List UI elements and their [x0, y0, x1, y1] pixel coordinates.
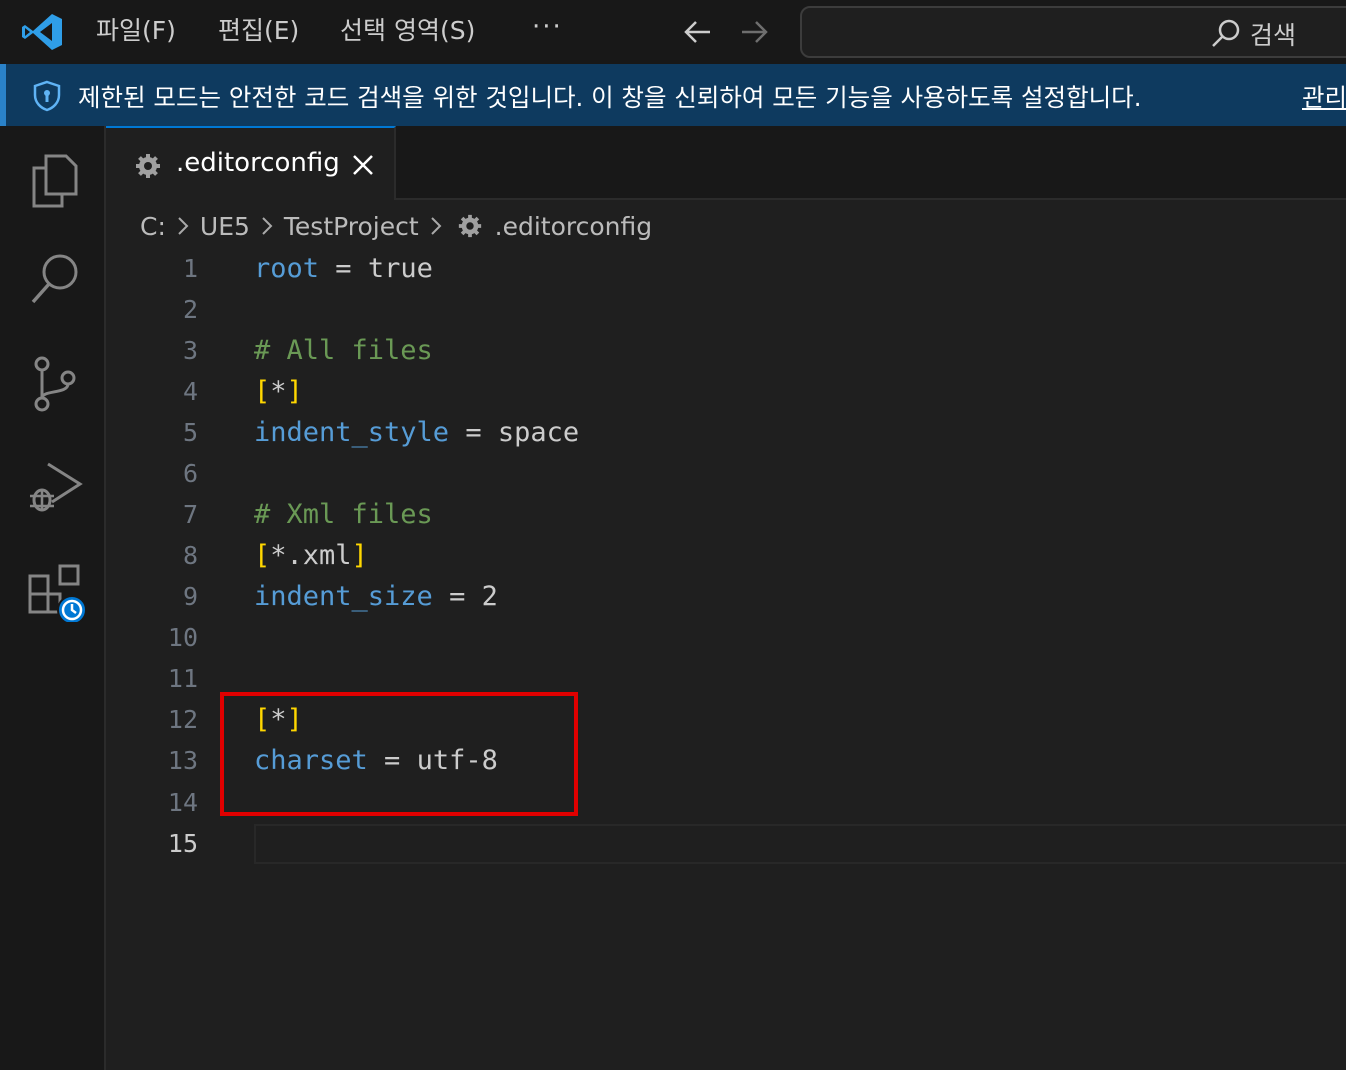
- banner-message: 제한된 모드는 안전한 코드 검색을 위한 것입니다. 이 창을 신뢰하여 모든…: [78, 83, 1142, 112]
- token-key: indent_style: [254, 417, 450, 448]
- banner-manage-link[interactable]: 관리: [1302, 79, 1346, 114]
- token-eq: =: [319, 253, 368, 284]
- line-content: root = true: [254, 248, 433, 289]
- activity-bar: [0, 126, 106, 1070]
- run-debug-icon[interactable]: [26, 456, 86, 516]
- breadcrumb: C: UE5 TestProject .editorconfig: [140, 206, 652, 246]
- line-number: 1: [182, 254, 198, 283]
- token-comment: # All files: [254, 335, 433, 366]
- vscode-logo-icon[interactable]: [20, 12, 64, 52]
- gear-icon: [136, 154, 160, 178]
- line-number: 10: [167, 623, 198, 652]
- line-number: 5: [182, 418, 198, 447]
- token-bracket: ]: [286, 376, 303, 407]
- code-line: 3 # All files: [106, 330, 1346, 371]
- close-icon[interactable]: [350, 152, 376, 178]
- code-line: 2: [106, 289, 1346, 330]
- code-line: 9 indent_size = 2: [106, 576, 1346, 617]
- command-center-search[interactable]: 검색: [800, 6, 1346, 58]
- menu-file[interactable]: 파일(F): [96, 14, 176, 48]
- gear-icon: [458, 214, 481, 238]
- code-line: 6: [106, 453, 1346, 494]
- source-control-icon[interactable]: [26, 354, 86, 414]
- search-icon[interactable]: [26, 250, 86, 310]
- breadcrumb-drive[interactable]: C:: [140, 212, 166, 241]
- token-value: space: [497, 417, 580, 448]
- code-line: 10: [106, 617, 1346, 658]
- chevron-right-icon: [430, 217, 442, 235]
- menu-selection[interactable]: 선택 영역(S): [340, 14, 475, 48]
- chevron-right-icon: [262, 217, 273, 235]
- token-key: indent_size: [254, 581, 433, 612]
- annotation-highlight-box: [220, 692, 578, 816]
- code-line: 15: [106, 823, 1346, 864]
- breadcrumb-testproject[interactable]: TestProject: [284, 212, 419, 241]
- token-eq: =: [449, 417, 498, 448]
- tab-label: .editorconfig: [176, 148, 340, 178]
- line-number: 11: [167, 664, 198, 693]
- token-key: root: [254, 253, 320, 284]
- search-icon: [1212, 19, 1240, 47]
- token-value: true: [367, 253, 433, 284]
- chevron-right-icon: [178, 217, 189, 235]
- line-content: [*.xml]: [254, 535, 368, 576]
- line-number: 13: [167, 746, 198, 775]
- code-line: 5 indent_style = space: [106, 412, 1346, 453]
- line-number: 4: [182, 377, 198, 406]
- extensions-icon[interactable]: [26, 562, 86, 622]
- search-label: 검색: [1250, 21, 1297, 50]
- code-line: 8 [*.xml]: [106, 535, 1346, 576]
- line-number: 14: [167, 788, 198, 817]
- arrow-right-icon[interactable]: [738, 16, 772, 48]
- menu-more[interactable]: ···: [532, 10, 563, 44]
- restricted-mode-banner: 제한된 모드는 안전한 코드 검색을 위한 것입니다. 이 창을 신뢰하여 모든…: [0, 64, 1346, 126]
- menu-edit[interactable]: 편집(E): [218, 14, 299, 48]
- line-content: indent_style = space: [254, 412, 579, 453]
- line-number: 8: [182, 541, 198, 570]
- token-bracket: ]: [351, 540, 368, 571]
- line-content: indent_size = 2: [254, 576, 498, 617]
- token-comment: # Xml files: [254, 499, 433, 530]
- line-number-active: 15: [167, 829, 198, 858]
- token-bracket: [: [254, 540, 271, 571]
- code-editor[interactable]: 1 root = true 2 3 # All files 4 [*] 5 in…: [106, 248, 1346, 1070]
- code-line: 1 root = true: [106, 248, 1346, 289]
- code-line: 4 [*]: [106, 371, 1346, 412]
- breadcrumb-ue5[interactable]: UE5: [200, 212, 250, 241]
- line-number: 12: [167, 705, 198, 734]
- breadcrumb-file[interactable]: .editorconfig: [495, 212, 652, 241]
- explorer-icon[interactable]: [26, 150, 86, 210]
- line-number: 6: [182, 459, 198, 488]
- line-number: 7: [182, 500, 198, 529]
- line-number: 2: [182, 295, 198, 324]
- token-eq: =: [432, 581, 482, 612]
- line-content: [*]: [254, 371, 303, 412]
- token-section: *.xml: [270, 540, 352, 571]
- token-section: *: [270, 376, 287, 407]
- line-number: 3: [182, 336, 198, 365]
- arrow-left-icon[interactable]: [680, 16, 714, 48]
- shield-icon: [33, 80, 61, 112]
- token-value: 2: [481, 581, 498, 612]
- token-bracket: [: [254, 376, 271, 407]
- line-number: 9: [182, 582, 198, 611]
- title-bar: 파일(F) 편집(E) 선택 영역(S) ··· 검색: [0, 0, 1346, 64]
- code-line: 7 # Xml files: [106, 494, 1346, 535]
- editor-tabs: .editorconfig: [106, 126, 1346, 200]
- tab-editorconfig[interactable]: .editorconfig: [106, 126, 396, 200]
